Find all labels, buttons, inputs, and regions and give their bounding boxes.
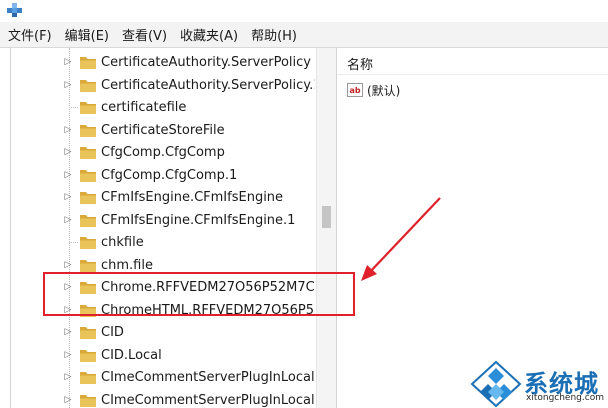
tree-item-label: CImeCommentServerPlugInLocal <box>101 392 315 408</box>
folder-icon <box>80 124 96 137</box>
folder-icon <box>80 147 96 159</box>
tree-item[interactable]: ▷ CfgComp.CfgComp.1 <box>11 164 316 187</box>
folder-icon <box>80 102 96 114</box>
tree-item-label: CFmIfsEngine.CFmIfsEngine.1 <box>101 212 296 228</box>
tree-item[interactable]: ▷ CImeCommentServerPlugInLocal <box>11 389 316 408</box>
expand-arrow-icon[interactable]: ▷ <box>63 260 73 270</box>
menu-file[interactable]: 文件(F) <box>8 25 52 44</box>
tree-item-label: CertificateAuthority.ServerPolicy.1 <box>101 77 315 93</box>
tree-item-label: chkfile <box>101 235 144 250</box>
menu-edit[interactable]: 编辑(E) <box>65 25 109 44</box>
tree-branch-line <box>69 107 78 108</box>
expand-arrow-icon[interactable]: ▷ <box>63 192 73 202</box>
folder-icon <box>80 79 96 92</box>
expand-arrow-icon[interactable]: ▷ <box>63 395 73 405</box>
tree-item[interactable]: ▷ CImeCommentServerPlugInLocal <box>11 366 316 389</box>
value-name: (默认) <box>367 83 401 98</box>
expand-arrow-icon[interactable]: ▷ <box>63 80 73 90</box>
tree-item-label: CImeCommentServerPlugInLocal <box>101 370 315 385</box>
folder-icon <box>80 214 96 227</box>
tree-item-label: CfgComp.CfgComp.1 <box>101 167 238 183</box>
tree-item-label: CfgComp.CfgComp <box>101 145 225 160</box>
menu-help[interactable]: 帮助(H) <box>251 25 297 44</box>
folder-icon <box>80 349 96 362</box>
expand-arrow-icon[interactable]: ▷ <box>63 372 73 382</box>
expand-arrow-icon[interactable]: ▷ <box>63 350 73 360</box>
registry-tree[interactable]: ▷ CertificateAuthority.ServerPolicy ▷ Certi… <box>10 48 337 408</box>
header-divider <box>337 74 608 75</box>
expand-arrow-icon[interactable]: ▷ <box>63 147 73 157</box>
tree-item-label: CID <box>101 325 124 340</box>
tree-item[interactable]: certificatefile <box>11 96 316 119</box>
name-column-header[interactable]: 名称 <box>347 54 373 73</box>
folder-icon <box>80 394 96 407</box>
registry-editor-icon <box>7 3 22 17</box>
tree-item[interactable]: ▷ CID <box>11 321 316 344</box>
tree-item[interactable]: ▷ CertificateAuthority.ServerPolicy.1 <box>11 74 316 97</box>
menu-view[interactable]: 查看(V) <box>122 25 167 44</box>
menu-bar: 文件(F) 编辑(E) 查看(V) 收藏夹(A) 帮助(H) <box>0 22 608 48</box>
tree-item[interactable]: ▷ CfgComp.CfgComp <box>11 141 316 164</box>
expand-arrow-icon[interactable]: ▷ <box>63 170 73 180</box>
tree-item-label: CertificateAuthority.ServerPolicy <box>101 55 311 70</box>
tree-item[interactable]: ▷ CID.Local <box>11 344 316 367</box>
tree-item[interactable]: ▷ CFmIfsEngine.CFmIfsEngine.1 <box>11 209 316 232</box>
folder-icon <box>80 372 96 384</box>
tree-item[interactable]: chkfile <box>11 231 316 254</box>
folder-icon <box>80 237 96 249</box>
tree-item[interactable]: ▷ CertificateAuthority.ServerPolicy <box>11 51 316 74</box>
folder-icon <box>80 57 96 69</box>
tree-branch-line <box>69 242 78 243</box>
tree-item-label: CFmIfsEngine.CFmIfsEngine <box>101 190 284 205</box>
folder-icon <box>80 192 96 204</box>
title-bar <box>0 0 608 22</box>
ab-string-icon: ab <box>347 83 363 97</box>
folder-icon <box>80 327 96 339</box>
tree-item-label: chm.file <box>101 257 153 273</box>
tree-item-label: CID.Local <box>101 347 162 363</box>
expand-arrow-icon[interactable]: ▷ <box>63 125 73 135</box>
tree-item-label: certificatefile <box>101 100 187 115</box>
expand-arrow-icon[interactable]: ▷ <box>63 327 73 337</box>
tree-item-label: CertificateStoreFile <box>101 122 225 138</box>
expand-arrow-icon[interactable]: ▷ <box>63 57 73 67</box>
folder-icon <box>80 259 96 272</box>
expand-arrow-icon[interactable]: ▷ <box>63 215 73 225</box>
tree-scrollbar[interactable] <box>316 48 336 408</box>
scrollbar-thumb[interactable] <box>322 206 331 228</box>
watermark-logo-icon <box>470 360 522 408</box>
watermark-url: xitongcheng.com <box>526 393 604 403</box>
menu-favorites[interactable]: 收藏夹(A) <box>180 25 238 44</box>
value-row-default[interactable]: ab (默认) <box>347 80 400 100</box>
annotation-arrow-icon <box>361 197 441 281</box>
highlight-box <box>43 272 355 316</box>
watermark: 系统城 xitongcheng.com <box>470 360 608 408</box>
folder-icon <box>80 169 96 182</box>
tree-item[interactable]: ▷ CFmIfsEngine.CFmIfsEngine <box>11 186 316 209</box>
tree-item[interactable]: ▷ CertificateStoreFile <box>11 119 316 142</box>
